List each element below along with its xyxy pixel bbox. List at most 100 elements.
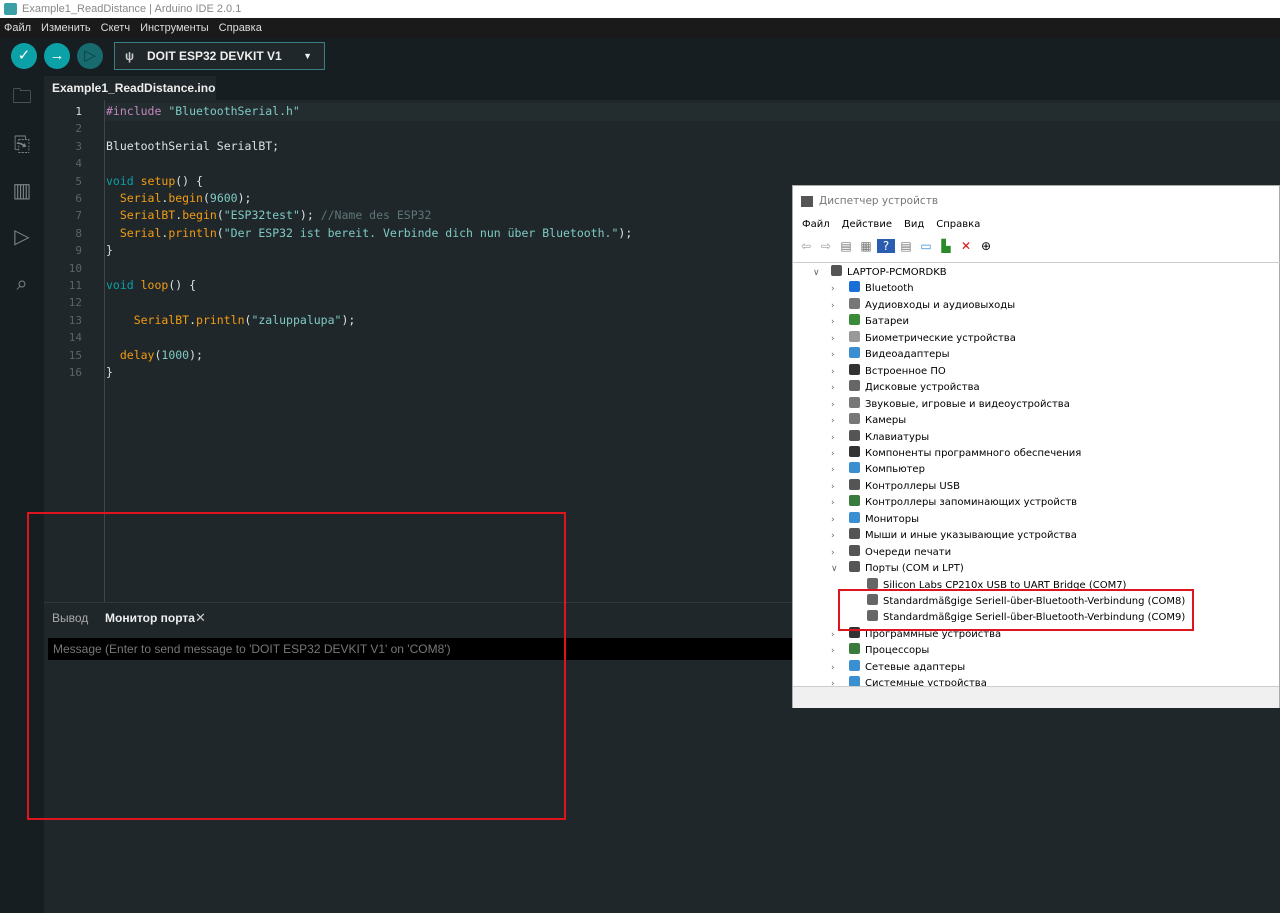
chevron-right-icon[interactable]: › [831,528,835,544]
chevron-right-icon[interactable]: › [831,331,835,347]
chevron-right-icon[interactable]: › [831,627,835,643]
code-token: . [189,312,197,327]
tree-item[interactable]: › Аудиовходы и аудиовыходы [831,297,1015,314]
chevron-right-icon[interactable]: › [831,643,835,659]
editor-tabs: Example1_ReadDistance.ino [44,76,1280,100]
tree-item[interactable]: › Bluetooth [831,281,914,297]
device-icon [849,445,860,457]
menu-help[interactable]: Справка [219,22,262,34]
view-icon[interactable]: ▤ [897,239,915,253]
tree-item[interactable]: › Биометрические устройства [831,330,1016,347]
chevron-right-icon[interactable]: › [831,413,835,429]
tree-item[interactable]: › Видеоадаптеры [831,347,949,363]
download-icon[interactable]: ⊕ [977,239,995,253]
tree-item[interactable]: › Контроллеры запоминающих устройств [831,495,1077,511]
tree-item-label: Камеры [865,415,907,427]
chevron-right-icon[interactable]: › [831,462,835,478]
tree-item[interactable]: › Системные устройства [831,676,987,686]
device-icon [849,413,860,425]
uninstall-icon[interactable]: ✕ [957,239,975,253]
line-number: 7 [75,209,82,223]
scan-monitor-icon[interactable]: ▭ [917,239,935,253]
chevron-right-icon[interactable]: › [831,479,835,495]
line-number: 1 [75,105,82,118]
chevron-right-icon[interactable]: › [831,430,835,446]
update-icon[interactable]: ▦ [857,239,875,253]
chevron-right-icon[interactable]: › [831,347,835,363]
tree-item[interactable]: › Батареи [831,314,909,330]
menu-tools[interactable]: Инструменты [140,22,209,34]
code-line: delay(1000); [106,348,203,362]
dm-menu-action[interactable]: Действие [842,219,892,230]
verify-button[interactable]: ✓ [11,43,37,69]
chevron-right-icon[interactable]: › [831,281,835,297]
code-token: BluetoothSerial SerialBT; [106,138,280,153]
tree-item-label: Биометрические устройства [865,332,1016,344]
dm-menu-help[interactable]: Справка [936,219,980,230]
line-number: 5 [75,174,82,188]
chevron-right-icon[interactable]: › [831,660,835,676]
tree-item[interactable]: › Встроенное ПО [831,363,946,380]
properties-icon[interactable]: ▤ [837,239,855,253]
tree-item[interactable]: › Контроллеры USB [831,478,960,495]
code-line: void loop() { [106,278,196,292]
tree-item[interactable]: › Очереди печати [831,544,951,561]
tree-item[interactable]: › Дисковые устройства [831,380,980,396]
code-token: //Name des ESP32 [320,208,432,223]
chevron-right-icon[interactable]: › [831,364,835,380]
tree-item[interactable]: ∨ LAPTOP-PCMORDKB [813,265,947,281]
code-token: () { [175,173,203,188]
tree-item[interactable]: › Компоненты программного обеспечения [831,445,1081,462]
add-driver-icon[interactable]: ▙ [937,239,955,253]
tree-item[interactable]: › Мониторы [831,511,919,528]
code-token: println [168,225,217,240]
back-icon[interactable]: ⇦ [797,239,815,253]
chevron-right-icon[interactable]: › [831,495,835,511]
menu-edit[interactable]: Изменить [41,22,91,34]
upload-button[interactable]: → [44,43,70,69]
chevron-right-icon[interactable]: › [831,446,835,462]
chevron-right-icon[interactable]: › [831,380,835,396]
device-icon [849,462,860,474]
chevron-down-icon[interactable]: ∨ [831,561,838,577]
forward-icon[interactable]: ⇨ [817,239,835,253]
tree-item-label: Компьютер [865,464,925,476]
chevron-right-icon[interactable]: › [831,545,835,561]
boards-manager-icon[interactable]: ⎘ [10,133,34,157]
tab-sketch[interactable]: Example1_ReadDistance.ino [44,76,216,100]
chevron-down-icon[interactable]: ∨ [813,265,820,281]
chevron-right-icon[interactable]: › [831,397,835,413]
tree-item[interactable]: ∨ Порты (COM и LPT) [831,561,964,577]
dm-menu-file[interactable]: Файл [802,219,830,230]
device-icon [849,380,860,392]
tree-item[interactable]: › Мыши и иные указывающие устройства [831,528,1077,544]
debug-button[interactable]: ▷ [77,43,103,69]
chevron-right-icon[interactable]: › [831,314,835,330]
tree-item[interactable]: › Звуковые, игровые и видеоустройства [831,396,1070,413]
code-token: begin [168,191,203,205]
tree-item[interactable]: › Компьютер [831,462,925,478]
chevron-right-icon[interactable]: › [831,512,835,528]
code-line: Serial.println("Der ESP32 ist bereit. Ve… [106,226,632,240]
chevron-right-icon[interactable]: › [831,676,835,686]
menu-file[interactable]: Файл [4,22,31,34]
dm-menu-view[interactable]: Вид [904,219,924,230]
help-icon[interactable]: ? [877,239,895,253]
code-line: Serial.begin(9600); [106,191,252,205]
tree-item[interactable]: › Сетевые адаптеры [831,659,965,676]
tree-item[interactable]: › Камеры [831,413,907,429]
menu-sketch[interactable]: Скетч [101,22,130,34]
folder-icon[interactable]: 🗀 [10,85,34,109]
tree-item[interactable]: › Клавиатуры [831,429,930,446]
debug-icon[interactable]: ▷ [10,225,34,249]
chevron-right-icon[interactable]: › [831,298,835,314]
tree-item-label: Звуковые, игровые и видеоустройства [865,398,1070,410]
toolbar: ✓ → ▷ ψ DOIT ESP32 DEVKIT V1 ▼ [0,38,1280,76]
code-token: ); [618,225,633,240]
library-icon[interactable]: ▥ [10,179,34,203]
tree-item-label: Клавиатуры [865,431,930,443]
board-selector[interactable]: ψ DOIT ESP32 DEVKIT V1 ▼ [114,42,325,70]
tree-item[interactable]: › Процессоры [831,643,929,659]
search-icon[interactable]: ⌕ [10,272,34,296]
line-number: 4 [75,157,82,171]
